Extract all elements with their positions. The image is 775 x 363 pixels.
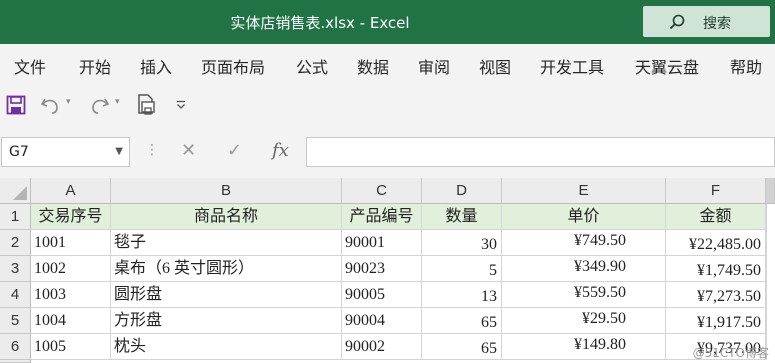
table-cell[interactable]: ¥29.50 [502, 308, 666, 334]
row-header[interactable]: 6 [0, 334, 31, 360]
enter-icon[interactable]: ✓ [227, 140, 242, 161]
table-cell[interactable]: 1002 [31, 256, 111, 282]
tab-page-layout[interactable]: 页面布局 [201, 54, 265, 78]
formula-bar: G7 ▼ ⋮ ✕ ✓ fx [0, 128, 775, 178]
table-cell[interactable]: 圆形盘 [111, 282, 342, 308]
header-cell[interactable]: 商品名称 [111, 204, 342, 230]
insert-function-icon[interactable]: fx [272, 140, 289, 161]
table-cell[interactable]: 90023 [342, 256, 422, 282]
row-header[interactable]: 2 [0, 230, 31, 256]
search-icon [669, 14, 685, 30]
table-cell[interactable]: 90005 [342, 282, 422, 308]
column-header-c[interactable]: C [342, 178, 422, 204]
quick-access-toolbar: ▾ ▾ [0, 84, 775, 129]
table-cell[interactable]: ¥149.80 [502, 334, 666, 360]
table-cell[interactable]: 方形盘 [111, 308, 342, 334]
select-all-corner[interactable] [0, 178, 31, 204]
header-cell[interactable]: 金额 [666, 204, 766, 230]
table-cell[interactable]: 90002 [342, 334, 422, 360]
row-header[interactable]: 4 [0, 282, 31, 308]
tab-formulas[interactable]: 公式 [296, 54, 328, 78]
undo-dropdown-icon[interactable]: ▾ [66, 97, 71, 107]
row-header[interactable]: 5 [0, 308, 31, 334]
table-cell[interactable]: ¥22,485.00 [666, 230, 766, 256]
header-cell[interactable]: 数量 [422, 204, 502, 230]
cancel-icon[interactable]: ✕ [181, 140, 196, 161]
undo-icon[interactable] [40, 96, 62, 114]
tab-view[interactable]: 视图 [479, 54, 511, 78]
tab-home[interactable]: 开始 [79, 54, 111, 78]
watermark: @51CTO博客 [692, 346, 769, 360]
save-icon[interactable] [6, 95, 26, 115]
redo-icon[interactable] [88, 96, 110, 114]
redo-dropdown-icon[interactable]: ▾ [115, 97, 120, 107]
row-header[interactable]: 1 [0, 204, 31, 230]
table-cell[interactable]: 枕头 [111, 334, 342, 360]
table-cell[interactable]: ¥7,273.50 [666, 282, 766, 308]
table-cell[interactable]: 90001 [342, 230, 422, 256]
table-cell[interactable]: 65 [422, 334, 502, 360]
title-bar: 实体店销售表.xlsx - Excel 搜索 [0, 0, 775, 44]
chevron-down-icon[interactable]: ▼ [115, 146, 123, 157]
table-cell[interactable]: 1005 [31, 334, 111, 360]
tab-insert[interactable]: 插入 [140, 54, 172, 78]
tab-review[interactable]: 审阅 [418, 54, 450, 78]
header-cell[interactable]: 交易序号 [31, 204, 111, 230]
table-cell[interactable]: ¥749.50 [502, 230, 666, 256]
table-cell[interactable]: 桌布（6 英寸圆形） [111, 256, 342, 282]
window-title: 实体店销售表.xlsx - Excel [230, 14, 410, 32]
table-cell[interactable]: 5 [422, 256, 502, 282]
table-cell[interactable]: ¥349.90 [502, 256, 666, 282]
print-preview-icon[interactable] [136, 93, 158, 117]
column-header-b[interactable]: B [111, 178, 342, 204]
table-cell[interactable]: 毯子 [111, 230, 342, 256]
table-cell[interactable]: 30 [422, 230, 502, 256]
column-g-edge[interactable] [766, 204, 775, 360]
formula-input[interactable] [306, 137, 775, 167]
tab-file[interactable]: 文件 [14, 54, 46, 78]
select-all-icon [13, 186, 27, 200]
name-box[interactable]: G7 ▼ [1, 137, 130, 167]
table-cell[interactable]: ¥1,917.50 [666, 308, 766, 334]
table-cell[interactable]: 65 [422, 308, 502, 334]
tab-developer[interactable]: 开发工具 [540, 54, 604, 78]
search-box[interactable]: 搜索 [643, 6, 770, 37]
column-header-g[interactable] [766, 178, 775, 204]
row-header[interactable]: 3 [0, 256, 31, 282]
table-cell[interactable]: ¥1,749.50 [666, 256, 766, 282]
customize-toolbar-icon[interactable] [176, 100, 186, 110]
table-cell[interactable]: 1001 [31, 230, 111, 256]
table-cell[interactable]: ¥559.50 [502, 282, 666, 308]
column-header-e[interactable]: E [502, 178, 666, 204]
column-header-d[interactable]: D [422, 178, 502, 204]
table-cell[interactable]: 13 [422, 282, 502, 308]
table-cell[interactable]: 1003 [31, 282, 111, 308]
column-header-f[interactable]: F [666, 178, 766, 204]
ribbon-tabs: 文件 开始 插入 页面布局 公式 数据 审阅 视图 开发工具 天翼云盘 帮助 [0, 44, 775, 84]
header-cell[interactable]: 单价 [502, 204, 666, 230]
search-label: 搜索 [703, 16, 731, 32]
name-box-value: G7 [9, 144, 29, 160]
more-options-icon[interactable]: ⋮ [145, 142, 159, 158]
column-header-a[interactable]: A [31, 178, 111, 204]
header-cell[interactable]: 产品编号 [342, 204, 422, 230]
tab-tianyi-cloud[interactable]: 天翼云盘 [635, 54, 699, 78]
tab-data[interactable]: 数据 [357, 54, 389, 78]
table-cell[interactable]: 1004 [31, 308, 111, 334]
tab-help[interactable]: 帮助 [730, 54, 762, 78]
table-cell[interactable]: 90004 [342, 308, 422, 334]
